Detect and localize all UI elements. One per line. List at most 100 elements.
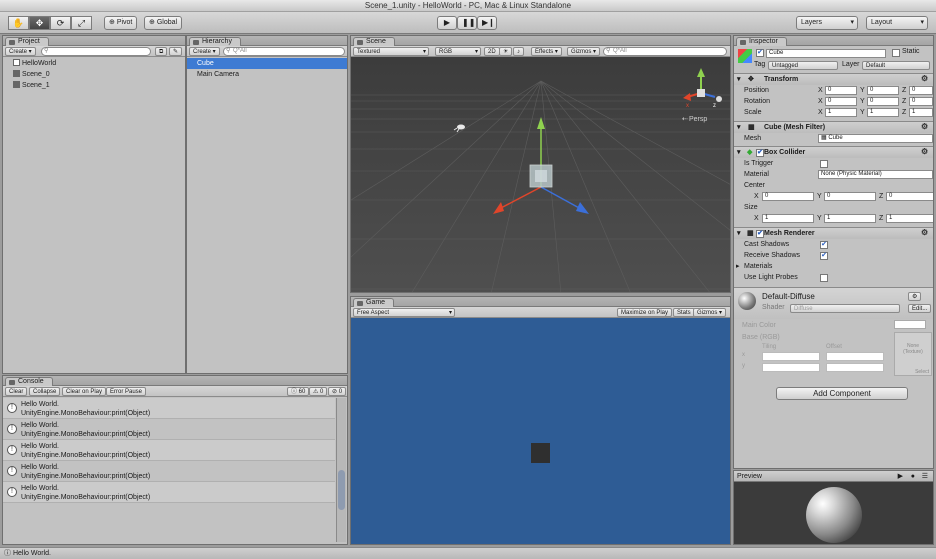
mesh-field[interactable]: ▦ Cube [818, 134, 933, 143]
hand-tool-icon[interactable]: ✋ [8, 16, 29, 30]
shader-dropdown[interactable]: Diffuse [790, 304, 900, 313]
shading-mode-dropdown[interactable]: Textured ▾ [353, 47, 429, 56]
scene-viewport[interactable]: x z Persp ⇠ [351, 57, 731, 293]
preview-light-icon[interactable]: ● [911, 471, 915, 482]
console-entry[interactable]: ! Hello World. UnityEngine.MonoBehaviour:p… [3, 419, 335, 440]
stats-toggle[interactable]: Stats [673, 308, 695, 317]
project-item-helloworld[interactable]: HelloWorld [3, 58, 185, 69]
hierarchy-search-input[interactable]: Q*All [223, 47, 345, 56]
layers-dropdown[interactable]: Layers ▾ [796, 16, 858, 30]
hierarchy-item-cube[interactable]: Cube [187, 58, 347, 69]
offset-x-field[interactable] [826, 352, 884, 361]
layer-dropdown[interactable]: Default [862, 61, 930, 70]
aspect-dropdown[interactable]: Free Aspect ▾ [353, 308, 455, 317]
receive-shadows-checkbox[interactable]: ✔ [820, 252, 828, 260]
play-button[interactable]: ▶ [437, 16, 457, 30]
filter-label-icon[interactable]: ✎ [169, 47, 183, 56]
hierarchy-create-button[interactable]: Create ▾ [189, 47, 220, 56]
gear-icon[interactable]: ⚙ [921, 148, 929, 156]
scale-x-field[interactable]: 1 [825, 108, 857, 117]
texture-select-button[interactable]: Select [895, 369, 931, 375]
physic-material-field[interactable]: None (Physic Material) [818, 170, 933, 179]
rotation-z-field[interactable]: 0 [909, 97, 933, 106]
object-name-field[interactable]: Cube [766, 49, 886, 58]
gear-icon[interactable]: ⚙ [921, 229, 929, 237]
position-z-field[interactable]: 0 [909, 86, 933, 95]
global-toggle[interactable]: ⊕ Global [144, 16, 183, 30]
move-tool-icon[interactable]: ✥ [29, 16, 50, 30]
scale-z-field[interactable]: 1 [909, 108, 933, 117]
main-color-swatch[interactable] [894, 320, 926, 329]
console-entry[interactable]: ! Hello World. UnityEngine.MonoBehaviour:p… [3, 398, 335, 419]
size-y-field[interactable]: 1 [824, 214, 876, 223]
position-y-field[interactable]: 0 [867, 86, 899, 95]
tab-inspector[interactable]: Inspector [736, 37, 787, 46]
gear-icon[interactable]: ⚙ [921, 75, 929, 83]
texture-slot[interactable]: None (Texture) Select [894, 332, 932, 376]
rotation-y-field[interactable]: 0 [867, 97, 899, 106]
size-z-field[interactable]: 1 [886, 214, 933, 223]
add-component-button[interactable]: Add Component [776, 387, 908, 400]
center-y-field[interactable]: 0 [824, 192, 876, 201]
tab-scene[interactable]: Scene [353, 37, 395, 46]
light-probes-checkbox[interactable] [820, 274, 828, 282]
game-gizmos-dropdown[interactable]: Gizmos ▾ [693, 308, 727, 317]
console-clear-button[interactable]: Clear [5, 387, 28, 396]
materials-row[interactable]: ▸ Materials [736, 261, 931, 272]
scale-tool-icon[interactable]: ⤢ [71, 16, 92, 30]
mesh-filter-header[interactable]: ▾ ▦ Cube (Mesh Filter) ⚙ [734, 121, 933, 133]
box-collider-header[interactable]: ▾ ◆ ✔ Box Collider ⚙ [734, 146, 933, 158]
active-checkbox[interactable]: ✔ [756, 49, 764, 57]
material-edit-button[interactable]: Edit... [908, 304, 932, 313]
pause-button[interactable]: ❚❚ [457, 16, 477, 30]
project-create-button[interactable]: Create ▾ [5, 47, 36, 56]
project-item-scene0[interactable]: Scene_0 [3, 69, 185, 80]
console-collapse-button[interactable]: Collapse [29, 387, 61, 396]
2d-toggle[interactable]: 2D [484, 47, 500, 56]
lighting-toggle-icon[interactable]: ☀ [499, 47, 513, 56]
mesh-renderer-enabled-checkbox[interactable]: ✔ [756, 230, 764, 238]
tab-project[interactable]: Project [5, 37, 49, 46]
tag-dropdown[interactable]: Untagged [768, 61, 838, 70]
size-x-field[interactable]: 1 [762, 214, 814, 223]
rotate-tool-icon[interactable]: ⟳ [50, 16, 71, 30]
gear-icon[interactable]: ⚙ [921, 123, 929, 131]
scale-y-field[interactable]: 1 [867, 108, 899, 117]
filter-type-icon[interactable]: ⧉ [155, 47, 168, 56]
material-gear-icon[interactable]: ⚙ [908, 292, 922, 301]
warning-count-toggle[interactable]: ⚠ 0 [309, 387, 328, 396]
console-entry[interactable]: ! Hello World. UnityEngine.MonoBehaviour:p… [3, 440, 335, 461]
log-count-toggle[interactable]: ⓘ 60 [287, 387, 310, 396]
tab-hierarchy[interactable]: Hierarchy [189, 37, 241, 46]
tab-console[interactable]: Console [5, 377, 53, 386]
is-trigger-checkbox[interactable] [820, 160, 828, 168]
center-x-field[interactable]: 0 [762, 192, 814, 201]
maximize-on-play-toggle[interactable]: Maximize on Play [617, 308, 673, 317]
console-entry[interactable]: ! Hello World. UnityEngine.MonoBehaviour:p… [3, 482, 335, 503]
console-clear-on-play-button[interactable]: Clear on Play [62, 387, 107, 396]
console-scroll-thumb[interactable] [338, 470, 345, 510]
tiling-x-field[interactable] [762, 352, 820, 361]
console-scrollbar[interactable] [336, 398, 346, 542]
preview-play-icon[interactable]: ▶ [898, 471, 903, 482]
project-search-input[interactable] [41, 47, 151, 56]
gizmos-dropdown[interactable]: Gizmos ▾ [567, 47, 601, 56]
scene-search-input[interactable]: Q*All [603, 47, 727, 56]
hierarchy-item-main-camera[interactable]: Main Camera [187, 69, 347, 80]
tiling-y-field[interactable] [762, 363, 820, 372]
pivot-toggle[interactable]: ⊕ Pivot [104, 16, 138, 30]
render-mode-dropdown[interactable]: RGB ▾ [435, 47, 481, 56]
rotation-x-field[interactable]: 0 [825, 97, 857, 106]
layout-dropdown[interactable]: Layout ▾ [866, 16, 928, 30]
cast-shadows-checkbox[interactable]: ✔ [820, 241, 828, 249]
console-entry[interactable]: ! Hello World. UnityEngine.MonoBehaviour:p… [3, 461, 335, 482]
offset-y-field[interactable] [826, 363, 884, 372]
project-item-scene1[interactable]: Scene_1 [3, 80, 185, 91]
status-bar[interactable]: ⓘ Hello World. [0, 547, 936, 559]
tab-game[interactable]: Game [353, 298, 395, 307]
preview-options-icon[interactable]: ☰ [922, 471, 928, 482]
console-error-pause-button[interactable]: Error Pause [106, 387, 147, 396]
center-z-field[interactable]: 0 [886, 192, 933, 201]
effects-dropdown[interactable]: Effects ▾ [531, 47, 562, 56]
mesh-renderer-header[interactable]: ▾ ▦ ✔ Mesh Renderer ⚙ [734, 227, 933, 239]
